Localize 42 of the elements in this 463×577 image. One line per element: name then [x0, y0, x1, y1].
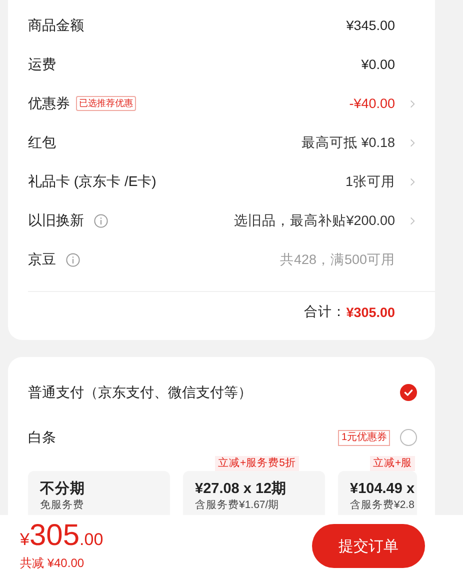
- fee-label: 礼品卡 (京东卡 /E卡): [28, 172, 156, 190]
- checked-radio[interactable]: [400, 384, 417, 401]
- installment-option[interactable]: ¥27.08 x 12期 含服务费¥1.67/期: [183, 471, 325, 516]
- payment-option[interactable]: 普通支付（京东支付、微信支付等）: [28, 384, 252, 402]
- installment-title: ¥27.08 x 12期: [195, 480, 288, 498]
- discount-tag: 立减+服: [370, 456, 416, 471]
- total-label: 合计：: [304, 303, 346, 321]
- fee-value: 最高可抵 ¥0.18: [301, 134, 395, 152]
- fee-label: 运费: [28, 56, 56, 74]
- promo-tag: 已选推荐优惠: [76, 96, 136, 111]
- savings-text: 共减 ¥40.00: [20, 554, 86, 572]
- fee-value: -¥40.00: [349, 96, 395, 111]
- total-amount: ¥305.00: [346, 304, 395, 320]
- total-price: ¥305.00: [20, 520, 104, 550]
- installment-note: 含服务费¥2.8: [350, 498, 416, 512]
- radio-button[interactable]: [400, 429, 417, 446]
- chevron-icon: [410, 216, 415, 226]
- info-icon[interactable]: [94, 214, 108, 228]
- installment-title: 不分期: [40, 480, 86, 498]
- chevron-icon: [410, 138, 415, 148]
- installment-note: 含服务费¥1.67/期: [195, 498, 280, 512]
- installment-option[interactable]: 不分期 免服务费: [28, 471, 170, 516]
- coupon-tag: 1元优惠券: [338, 430, 390, 446]
- fee-value: ¥345.00: [346, 18, 395, 33]
- submit-order-button[interactable]: 提交订单: [312, 524, 425, 568]
- fee-value: 选旧品，最高补贴¥200.00: [234, 212, 395, 230]
- installment-option[interactable]: ¥104.49 x 含服务费¥2.8: [338, 471, 417, 516]
- fee-label: 红包: [28, 134, 56, 152]
- fee-value: 共428，满500可用: [280, 250, 395, 268]
- installment-note: 免服务费: [40, 498, 85, 512]
- fee-label: 京豆: [28, 250, 56, 268]
- payment-option[interactable]: 白条: [28, 428, 56, 446]
- chevron-icon: [410, 176, 415, 186]
- fee-value: ¥0.00: [361, 57, 395, 72]
- installment-title: ¥104.49 x: [350, 480, 416, 498]
- chevron-icon: [410, 98, 415, 108]
- fee-label: 优惠券: [28, 94, 70, 112]
- discount-tag: 立减+服务费5折: [215, 456, 299, 471]
- fee-value: 1张可用: [345, 172, 395, 190]
- info-icon[interactable]: [66, 252, 80, 266]
- fee-label: 以旧换新: [28, 212, 84, 230]
- fee-label: 商品金额: [28, 16, 84, 34]
